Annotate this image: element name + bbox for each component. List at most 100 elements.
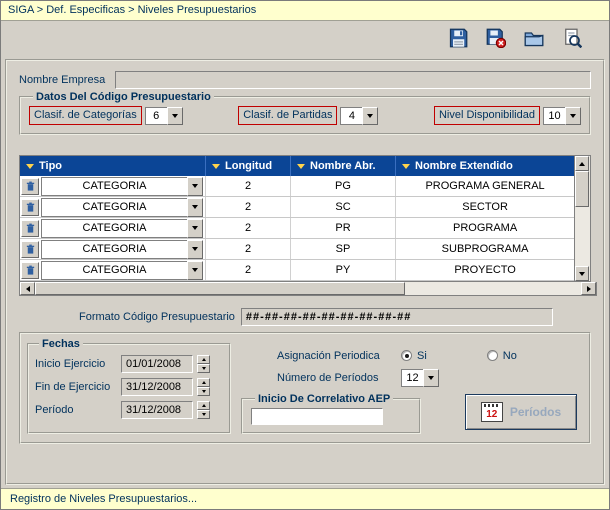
column-header-longitud[interactable]: Longitud [206, 156, 291, 176]
tipo-combo[interactable]: CATEGORIA [41, 219, 203, 238]
delete-row-button[interactable] [21, 199, 39, 216]
numero-periodos-label: Número de Períodos [241, 372, 401, 384]
periodo-label: Período [35, 404, 117, 416]
cell-longitud: 2 [206, 197, 291, 217]
chevron-down-icon[interactable] [167, 107, 183, 125]
bottom-section: Fechas Inicio Ejercicio 01/01/2008 Fin d… [19, 332, 591, 444]
spin-up-button[interactable] [197, 355, 210, 364]
save-icon [448, 28, 468, 53]
chevron-down-icon[interactable] [423, 369, 439, 387]
numero-periodos-combo[interactable]: 12 [401, 369, 439, 387]
nivel-disponibilidad-label: Nivel Disponibilidad [434, 106, 540, 125]
cell-nombre-abr: SC [291, 197, 396, 217]
calendar-icon-number: 12 [486, 408, 497, 421]
chevron-down-icon[interactable] [362, 107, 378, 125]
chevron-down-icon[interactable] [187, 219, 203, 238]
filter-down-icon[interactable] [402, 164, 410, 169]
nivel-disponibilidad-value: 10 [543, 107, 565, 125]
periodos-button[interactable]: 12 Períodos [465, 394, 577, 430]
table-row: CATEGORIA 2 PG PROGRAMA GENERAL [20, 176, 574, 197]
cell-nombre-extendido: PROYECTO [396, 260, 574, 280]
delete-row-button[interactable] [21, 262, 39, 279]
filter-down-icon[interactable] [26, 164, 34, 169]
radio-button-icon[interactable] [487, 350, 498, 361]
column-header-nombre-abr[interactable]: Nombre Abr. [291, 156, 396, 176]
nombre-empresa-input[interactable] [115, 71, 591, 89]
scroll-up-button[interactable] [575, 156, 589, 171]
vertical-scrollbar[interactable] [575, 155, 591, 282]
periodica-section: Asignación Periodica Si No Número de Per… [241, 338, 583, 434]
spin-down-button[interactable] [197, 410, 210, 419]
chevron-down-icon[interactable] [187, 261, 203, 280]
scrollbar-track[interactable] [575, 171, 590, 266]
column-header-tipo[interactable]: Tipo [20, 156, 206, 176]
periodos-button-label: Períodos [510, 405, 561, 419]
column-header-label: Nombre Abr. [310, 160, 376, 172]
tipo-combo[interactable]: CATEGORIA [41, 198, 203, 217]
fin-ejercicio-input[interactable]: 31/12/2008 [121, 378, 193, 396]
scroll-right-button[interactable] [581, 282, 596, 295]
fecha-row: Inicio Ejercicio 01/01/2008 [35, 355, 223, 373]
fechas-groupbox: Fechas Inicio Ejercicio 01/01/2008 Fin d… [27, 338, 231, 434]
clasif-categorias-combo[interactable]: 6 [145, 107, 183, 125]
nombre-empresa-label: Nombre Empresa [19, 74, 105, 86]
chevron-down-icon[interactable] [187, 177, 203, 196]
inicio-ejercicio-input[interactable]: 01/01/2008 [121, 355, 193, 373]
tipo-combo-value: CATEGORIA [41, 198, 187, 217]
folder-icon [524, 28, 544, 53]
table-row: CATEGORIA 2 PR PROGRAMA [20, 218, 574, 239]
cell-longitud: 2 [206, 260, 291, 280]
save-button[interactable] [445, 27, 471, 53]
tipo-combo-value: CATEGORIA [41, 219, 187, 238]
asignacion-row: Asignación Periodica Si No [241, 346, 583, 366]
radio-no[interactable]: No [487, 350, 517, 362]
asignacion-periodica-label: Asignación Periodica [241, 350, 401, 362]
column-header-nombre-extendido[interactable]: Nombre Extendido [396, 156, 574, 176]
correlativo-input[interactable] [251, 408, 383, 425]
search-icon [562, 28, 582, 53]
spin-down-button[interactable] [197, 387, 210, 396]
chevron-down-icon[interactable] [187, 240, 203, 259]
nivel-disponibilidad-group: Nivel Disponibilidad 10 [434, 106, 581, 125]
nivel-disponibilidad-combo[interactable]: 10 [543, 107, 581, 125]
cell-nombre-abr: SP [291, 239, 396, 259]
clasif-categorias-value: 6 [145, 107, 167, 125]
scrollbar-thumb[interactable] [575, 171, 589, 207]
scrollbar-thumb[interactable] [35, 282, 405, 295]
radio-button-icon[interactable] [401, 350, 412, 361]
correlativo-legend: Inicio De Correlativo AEP [255, 393, 393, 405]
cell-nombre-extendido: SECTOR [396, 197, 574, 217]
chevron-down-icon[interactable] [565, 107, 581, 125]
clasif-partidas-value: 4 [340, 107, 362, 125]
formato-label: Formato Código Presupuestario [79, 311, 235, 323]
clasif-partidas-combo[interactable]: 4 [340, 107, 378, 125]
radio-si[interactable]: Si [401, 350, 427, 362]
search-button[interactable] [559, 27, 585, 53]
cell-longitud: 2 [206, 218, 291, 238]
delete-row-button[interactable] [21, 241, 39, 258]
spin-up-button[interactable] [197, 378, 210, 387]
periodo-input[interactable]: 31/12/2008 [121, 401, 193, 419]
scroll-down-button[interactable] [575, 266, 589, 281]
filter-down-icon[interactable] [212, 164, 220, 169]
formato-codigo-field[interactable]: ##-##-##-##-##-##-##-##-## [241, 308, 553, 326]
spin-up-button[interactable] [197, 401, 210, 410]
filter-down-icon[interactable] [297, 164, 305, 169]
folder-button[interactable] [521, 27, 547, 53]
horizontal-scrollbar[interactable] [19, 282, 597, 296]
tipo-combo[interactable]: CATEGORIA [41, 240, 203, 259]
fin-ejercicio-spinner [197, 378, 210, 396]
scroll-left-button[interactable] [20, 282, 35, 295]
chevron-down-icon[interactable] [187, 198, 203, 217]
tipo-combo[interactable]: CATEGORIA [41, 261, 203, 280]
delete-button[interactable] [483, 27, 509, 53]
spin-down-button[interactable] [197, 364, 210, 373]
tipo-combo[interactable]: CATEGORIA [41, 177, 203, 196]
scrollbar-track[interactable] [405, 282, 581, 295]
main-panel: Nombre Empresa Datos Del Código Presupue… [5, 59, 605, 485]
delete-row-button[interactable] [21, 220, 39, 237]
delete-row-button[interactable] [21, 178, 39, 195]
datos-groupbox: Datos Del Código Presupuestario Clasif. … [19, 91, 591, 135]
radio-no-label: No [503, 350, 517, 362]
cell-nombre-extendido: PROGRAMA [396, 218, 574, 238]
